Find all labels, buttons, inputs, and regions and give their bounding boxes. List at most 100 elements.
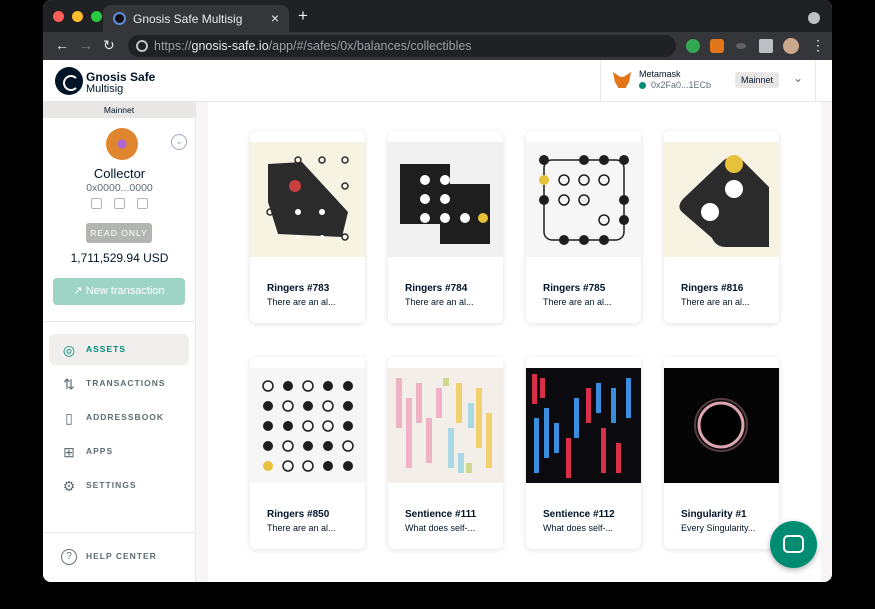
wallet-connection[interactable]: Metamask 0x2Fa0...1ECb Mainnet ⌄ — [600, 60, 816, 102]
apps-icon: ⊞ — [63, 444, 75, 460]
collectible-card[interactable]: Singularity #1 Every Singularity... — [664, 357, 779, 549]
addressbook-icon: ▯ — [65, 410, 73, 426]
browser-toolbar: ← → ↻ https://gnosis-safe.io/app/#/safes… — [43, 32, 832, 60]
nft-image — [526, 142, 641, 257]
sidebar-item-label: SETTINGS — [86, 480, 137, 490]
wallet-address: 0x2Fa0...1ECb — [651, 80, 712, 90]
help-center-label: HELP CENTER — [86, 551, 157, 561]
collectible-card[interactable]: Ringers #783 There are an al... — [250, 131, 365, 323]
back-button[interactable]: ← — [55, 37, 69, 53]
wallet-name: Metamask — [639, 69, 681, 79]
gear-icon: ⚙ — [62, 478, 76, 494]
sidebar-item-label: TRANSACTIONS — [86, 378, 166, 388]
copy-icon[interactable] — [114, 198, 125, 209]
nft-image — [388, 142, 503, 257]
chat-icon — [783, 535, 804, 553]
collectible-description: There are an al... — [267, 523, 336, 533]
safe-balance: 1,711,529.94 USD — [70, 251, 169, 265]
collectible-card[interactable]: Sentience #112 What does self-... — [526, 357, 641, 549]
gnosis-app: Gnosis Safe Multisig Metamask 0x2Fa0...1… — [43, 60, 832, 582]
site-info-icon[interactable] — [136, 40, 148, 52]
collectible-card[interactable]: Sentience #111 What does self-... — [388, 357, 503, 549]
nft-image — [250, 368, 365, 483]
metamask-extension-icon[interactable] — [710, 39, 724, 53]
favicon-icon — [113, 12, 126, 25]
browser-window: Gnosis Safe Multisig × + ← → ↻ https://g… — [43, 0, 832, 582]
logo-subtitle: Multisig — [86, 83, 124, 95]
chat-support-button[interactable] — [770, 521, 817, 568]
chevron-down-icon[interactable]: ⌄ — [171, 134, 187, 150]
collectible-name: Ringers #816 — [681, 283, 744, 294]
help-icon: ? — [61, 549, 77, 565]
address-bar[interactable]: https://gnosis-safe.io/app/#/safes/0x/ba… — [128, 35, 676, 57]
extension-green-icon[interactable] — [686, 39, 700, 53]
qr-code-icon[interactable] — [91, 198, 102, 209]
extensions-puzzle-icon[interactable] — [759, 39, 773, 53]
nft-image — [250, 142, 365, 257]
gnosis-logo-icon[interactable] — [55, 67, 83, 95]
collectible-description: Every Singularity... — [681, 523, 756, 533]
collectible-card[interactable]: Ringers #785 There are an al... — [526, 131, 641, 323]
coins-icon: ◎ — [62, 342, 76, 358]
collectible-name: Singularity #1 — [681, 509, 747, 520]
sidebar-item-label: ASSETS — [86, 344, 127, 354]
close-tab-icon[interactable]: × — [271, 10, 279, 26]
collectible-card[interactable]: Ringers #784 There are an al... — [388, 131, 503, 323]
sidebar-item-transactions[interactable]: ⇅ TRANSACTIONS — [49, 368, 189, 399]
network-label: Mainnet — [43, 102, 195, 118]
collectible-description: There are an al... — [681, 297, 750, 307]
safe-address: 0x0000...0000 — [86, 182, 153, 194]
nft-image — [664, 142, 779, 257]
nft-image — [664, 368, 779, 483]
collectible-card[interactable]: Ringers #816 There are an al... — [664, 131, 779, 323]
tab-search-icon[interactable] — [808, 12, 820, 24]
collectible-name: Sentience #111 — [405, 509, 477, 520]
collectible-card[interactable]: Ringers #850 There are an al... — [250, 357, 365, 549]
collectible-description: What does self-... — [405, 523, 476, 533]
collectible-name: Ringers #850 — [267, 509, 330, 520]
read-only-badge: READ ONLY — [86, 223, 152, 243]
collectible-description: There are an al... — [543, 297, 612, 307]
minimize-window-button[interactable] — [72, 11, 83, 22]
forward-button[interactable]: → — [79, 37, 93, 53]
sidebar-item-settings[interactable]: ⚙ SETTINGS — [49, 470, 189, 501]
external-link-icon[interactable] — [137, 198, 148, 209]
safe-avatar — [106, 128, 138, 160]
sidebar: Mainnet ⌄ Collector 0x0000...0000 READ O… — [43, 102, 196, 582]
collectible-name: Ringers #783 — [267, 283, 330, 294]
safe-actions — [91, 198, 148, 209]
browser-menu-button[interactable]: ⋮ — [811, 37, 825, 54]
collectible-name: Sentience #112 — [543, 509, 615, 520]
app-header: Gnosis Safe Multisig Metamask 0x2Fa0...1… — [43, 60, 832, 102]
maximize-window-button[interactable] — [91, 11, 102, 22]
sidebar-item-apps[interactable]: ⊞ APPS — [49, 436, 189, 467]
collectible-description: What does self-... — [543, 523, 614, 533]
collectible-name: Ringers #784 — [405, 283, 468, 294]
sidebar-item-assets[interactable]: ◎ ASSETS — [49, 334, 189, 365]
window-controls — [53, 11, 102, 22]
nft-image — [388, 368, 503, 483]
reload-button[interactable]: ↻ — [103, 37, 115, 54]
tab-title: Gnosis Safe Multisig — [133, 12, 243, 26]
new-transaction-button[interactable]: ↗ New transaction — [53, 278, 185, 305]
help-center-link[interactable]: ? HELP CENTER — [49, 541, 189, 572]
sidebar-item-addressbook[interactable]: ▯ ADDRESSBOOK — [49, 402, 189, 433]
collectible-name: Ringers #785 — [543, 283, 606, 294]
close-window-button[interactable] — [53, 11, 64, 22]
collectible-description: There are an al... — [405, 297, 474, 307]
collectible-description: There are an al... — [267, 297, 336, 307]
network-badge: Mainnet — [735, 72, 780, 88]
divider — [43, 321, 196, 322]
new-tab-button[interactable]: + — [298, 6, 308, 26]
sidebar-item-label: ADDRESSBOOK — [86, 412, 165, 422]
browser-tab[interactable]: Gnosis Safe Multisig × — [103, 5, 289, 32]
safe-name: Collector — [93, 166, 146, 181]
chevron-down-icon[interactable]: ⌄ — [793, 71, 803, 85]
sidebar-item-label: APPS — [86, 446, 114, 456]
tab-strip: Gnosis Safe Multisig × + — [43, 0, 832, 32]
nft-image — [526, 368, 641, 483]
transactions-icon: ⇅ — [63, 376, 75, 392]
extension-dots-icon[interactable] — [736, 43, 746, 49]
logo-title: Gnosis Safe — [86, 70, 156, 84]
profile-avatar[interactable] — [783, 38, 799, 54]
